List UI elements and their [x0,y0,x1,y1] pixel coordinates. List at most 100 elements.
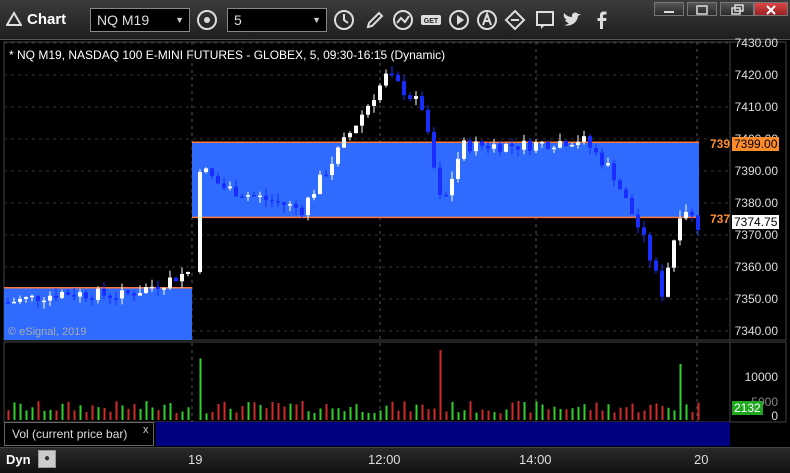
esignal-watermark: © eSignal, 2019 [8,326,86,338]
candle-body [618,180,622,190]
price-axis-label: 7340.00 [734,324,778,338]
volume-bar [625,407,628,420]
candle-body [462,140,466,159]
lock-icon[interactable]: ● [38,450,56,468]
candle-body [342,137,346,148]
volume-bar [481,409,484,420]
volume-bar [427,409,430,420]
volume-bar [277,403,280,420]
volume-bar [553,406,556,420]
volume-bar [385,405,388,420]
volume-bar [79,405,82,420]
study-label-bar [156,422,730,446]
volume-bar [691,412,694,420]
candle-body [168,277,172,289]
volume-bar [235,412,238,420]
candle-body [318,174,322,195]
volume-bar [325,404,328,420]
volume-bar [247,402,250,420]
candle-body [270,199,274,202]
candle-body [204,168,208,173]
volume-axis-label-0: 0 [771,409,778,423]
candle-body [330,163,334,176]
volume-bar [67,401,70,420]
volume-bar [319,408,322,420]
volume-bar [679,364,682,420]
volume-bar [433,408,436,420]
volume-bar [85,412,88,420]
candle-body [186,271,190,274]
volume-bar [697,402,700,420]
candle-body [528,140,532,151]
volume-bar [307,411,310,420]
close-study-icon[interactable]: x [143,424,149,436]
lower-level-label: 737 [710,212,731,226]
opening-range-zone [192,142,699,218]
candle-body [306,197,310,216]
volume-bar [415,404,418,420]
candle-body [84,292,88,299]
candle-body [504,143,508,152]
candle-body [90,298,94,301]
candle-body [288,204,292,206]
volume-bar [151,407,154,420]
candle-body [132,293,136,296]
volume-study-label[interactable]: Vol (current price bar) [4,422,154,446]
volume-bar [505,409,508,420]
candle-body [96,288,100,300]
candle-body [210,168,214,177]
candle-body [348,133,352,138]
volume-bar [43,410,46,420]
volume-bar [283,406,286,420]
candle-body [540,142,544,144]
candle-body [444,194,448,197]
candle-body [240,196,244,198]
candle-body [666,267,670,297]
volume-bar [511,402,514,420]
volume-bar [115,401,118,420]
volume-bar [295,404,298,420]
candle-body [114,298,118,300]
candle-body [150,286,154,289]
volume-study-text: Vol (current price bar) [12,427,128,441]
volume-bar [253,402,256,420]
volume-bar [607,404,610,420]
volume-bar [409,411,412,420]
candle-body [384,73,388,86]
volume-bar [145,401,148,420]
volume-bar [121,405,124,420]
volume-bar [469,401,472,420]
volume-bar [25,410,28,420]
volume-axis-label-10000: 10000 [744,370,778,384]
price-chart[interactable]: * NQ M19, NASDAQ 100 E-MINI FUTURES - GL… [0,0,790,472]
volume-bar [31,407,34,420]
volume-bar [451,401,454,420]
volume-bar [601,410,604,420]
volume-bar [637,412,640,420]
volume-bar [445,411,448,420]
volume-bar [55,410,58,420]
volume-bar [403,401,406,420]
volume-bar [547,409,550,420]
candle-body [174,277,178,282]
candle-body [18,298,22,302]
volume-bar [517,401,520,420]
candle-body [138,293,142,296]
candle-body [564,140,568,147]
candle-body [474,141,478,152]
volume-bar [259,404,262,420]
candle-body [594,147,598,153]
volume-bar [619,407,622,420]
candle-body [78,292,82,297]
volume-bar [19,403,22,420]
candle-body [390,73,394,76]
candle-body [378,85,382,101]
candle-body [180,273,184,282]
dynamic-mode-label[interactable]: Dyn [6,452,31,467]
candle-body [324,174,328,177]
volume-bar [175,413,178,420]
candle-body [276,201,280,203]
volume-bar [589,410,592,420]
volume-last-tag: 2132 [732,401,763,415]
candle-body [606,163,610,166]
